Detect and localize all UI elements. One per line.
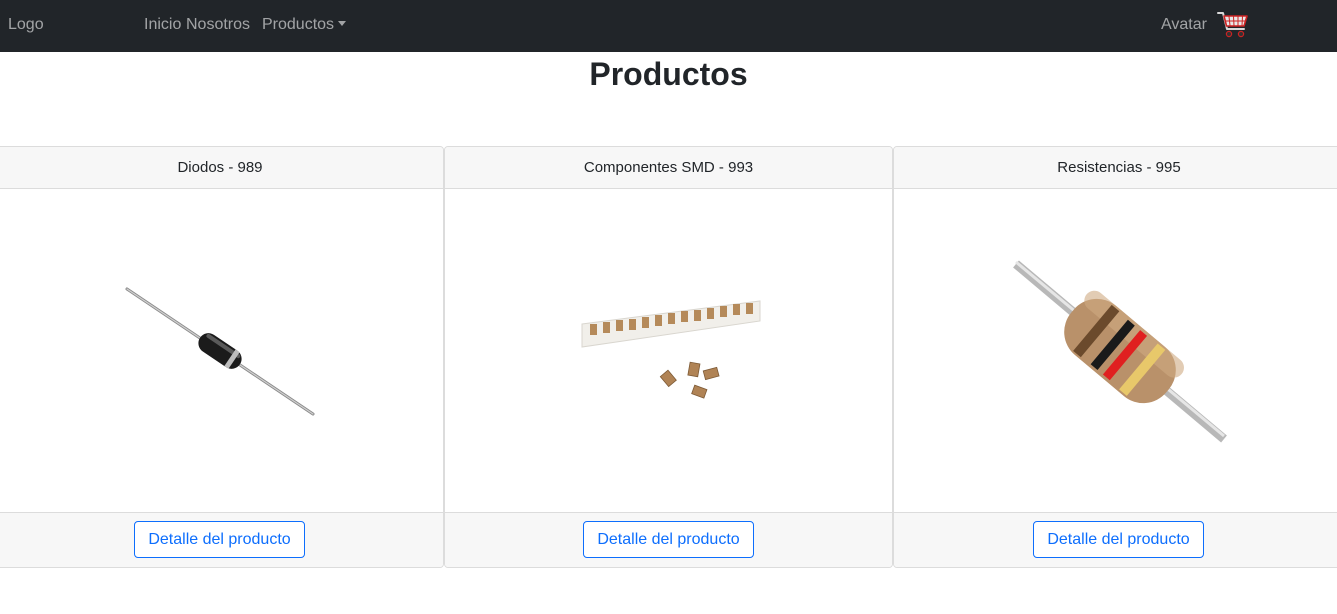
- product-detail-button[interactable]: Detalle del producto: [134, 521, 305, 558]
- card-header: Diodos - 989: [0, 147, 443, 189]
- nav-dropdown-label: Productos: [262, 16, 335, 33]
- card-footer: Detalle del producto: [0, 512, 443, 567]
- card-header: Componentes SMD - 993: [445, 147, 892, 189]
- card-footer: Detalle del producto: [445, 512, 892, 567]
- product-card-smd: Componentes SMD - 993 Detalle del produc…: [444, 146, 893, 568]
- resistor-image: [894, 189, 1337, 513]
- nav-dropdown-productos[interactable]: Productos: [262, 15, 347, 35]
- product-card-resistencias: Resistencias - 995 Detalle del producto: [893, 146, 1337, 568]
- nav-link-inicio[interactable]: Inicio: [144, 15, 181, 35]
- top-navbar: Logo Inicio Nosotros Productos Avatar: [0, 0, 1337, 52]
- nav-link-nosotros[interactable]: Nosotros: [186, 15, 250, 35]
- smd-components-image: [445, 189, 892, 513]
- product-detail-button[interactable]: Detalle del producto: [583, 521, 754, 558]
- shopping-cart-icon[interactable]: [1217, 10, 1249, 40]
- caret-down-icon: [338, 21, 347, 26]
- diode-image: [0, 189, 443, 513]
- nav-avatar[interactable]: Avatar: [1161, 15, 1207, 35]
- product-detail-button[interactable]: Detalle del producto: [1033, 521, 1204, 558]
- card-footer: Detalle del producto: [894, 512, 1337, 567]
- page-title: Productos: [589, 56, 748, 92]
- card-header: Resistencias - 995: [894, 147, 1337, 189]
- brand-logo[interactable]: Logo: [8, 15, 44, 35]
- product-card-diodos: Diodos - 989 Detalle del producto: [0, 146, 444, 568]
